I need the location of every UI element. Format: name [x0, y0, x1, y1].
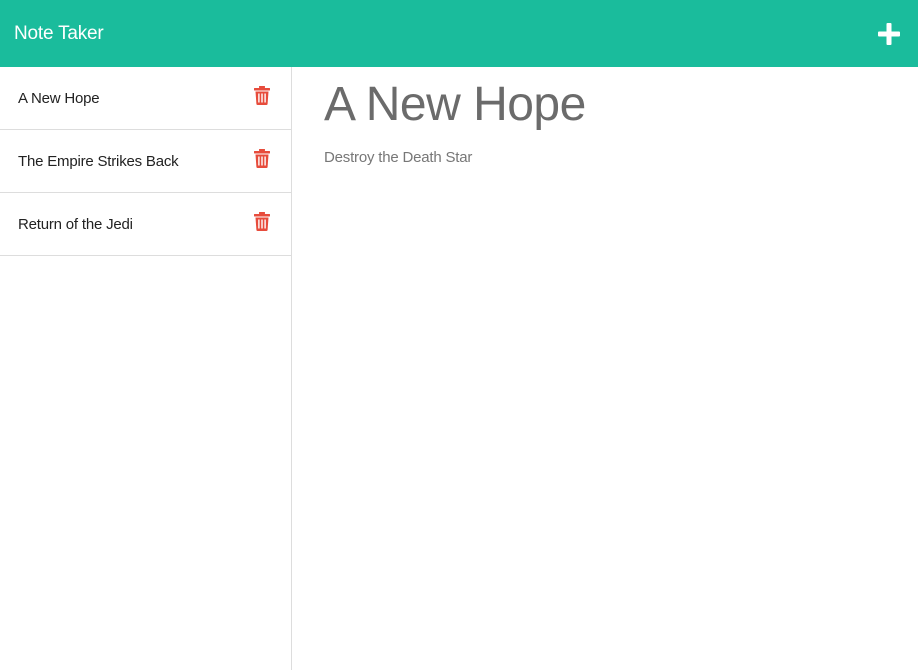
navbar: Note Taker: [0, 0, 918, 67]
note-editor: A New Hope Destroy the Death Star: [292, 67, 918, 670]
list-item[interactable]: The Empire Strikes Back: [0, 130, 291, 193]
app-title[interactable]: Note Taker: [14, 23, 104, 45]
delete-note-button[interactable]: [253, 147, 271, 169]
delete-note-button[interactable]: [253, 210, 271, 232]
list-item[interactable]: Return of the Jedi: [0, 193, 291, 256]
new-note-button[interactable]: [874, 19, 904, 49]
note-list: A New Hope The Empire Strikes Back Retur…: [0, 67, 292, 670]
note-title: Return of the Jedi: [18, 215, 133, 233]
trash-icon: [254, 148, 270, 168]
note-text-field[interactable]: Destroy the Death Star: [324, 149, 886, 166]
plus-icon: [878, 22, 900, 45]
list-item[interactable]: A New Hope: [0, 67, 291, 130]
note-title: The Empire Strikes Back: [18, 152, 179, 170]
delete-note-button[interactable]: [253, 84, 271, 106]
note-title-field[interactable]: A New Hope: [324, 79, 886, 131]
trash-icon: [254, 211, 270, 231]
note-title: A New Hope: [18, 89, 100, 107]
trash-icon: [254, 85, 270, 105]
